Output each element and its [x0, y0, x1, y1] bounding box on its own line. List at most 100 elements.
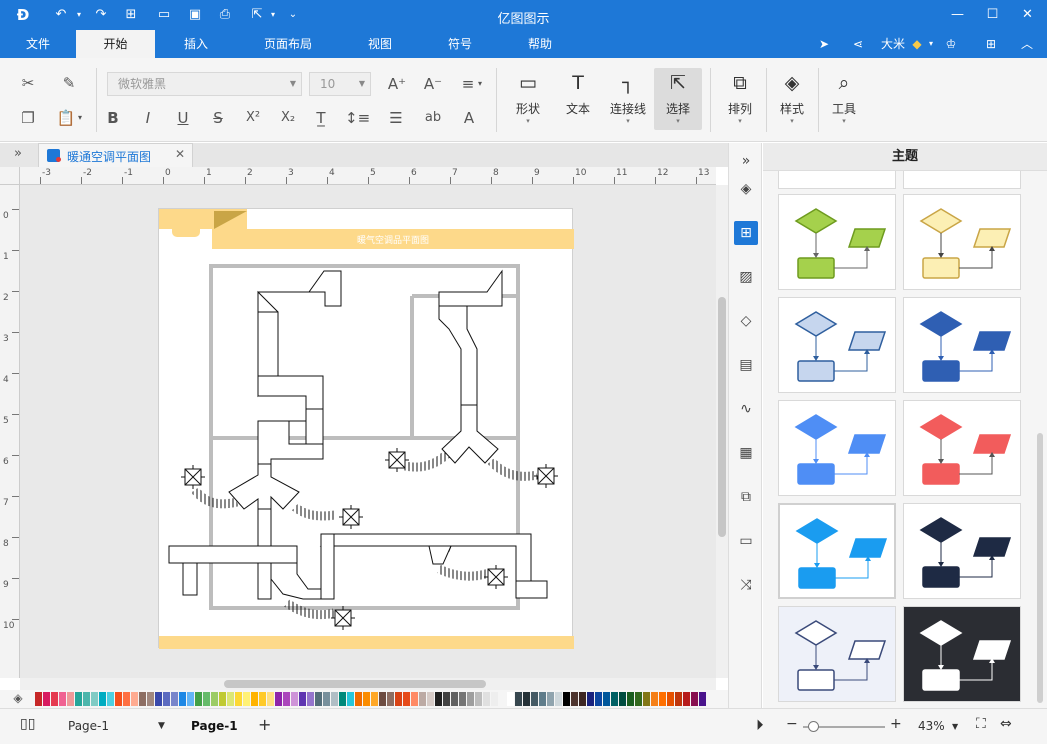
text-tool-button[interactable]: T 文本 [554, 68, 602, 130]
fit-page-icon[interactable]: ⛶ [976, 716, 986, 732]
undo-icon[interactable]: ↶ [52, 6, 70, 24]
color-swatch[interactable] [323, 692, 330, 706]
color-swatch[interactable] [203, 692, 210, 706]
zoom-out-button[interactable]: − [786, 716, 798, 732]
save-icon[interactable]: ▣ [186, 6, 204, 24]
color-swatch[interactable] [235, 692, 242, 706]
color-swatch[interactable] [427, 692, 434, 706]
color-swatch[interactable] [587, 692, 594, 706]
menu-symbols[interactable]: 符号 [430, 30, 490, 58]
shape-library-icon[interactable]: ⧉ [734, 485, 758, 509]
color-swatch[interactable] [395, 692, 402, 706]
format-painter-icon[interactable]: ✎ [58, 72, 80, 94]
theme-thumbnail[interactable] [778, 400, 896, 496]
color-swatch[interactable] [299, 692, 306, 706]
print-icon[interactable]: ⎙ [216, 6, 234, 24]
export-dropdown-icon[interactable]: ▾ [264, 6, 282, 24]
color-swatch[interactable] [371, 692, 378, 706]
color-swatch[interactable] [171, 692, 178, 706]
close-button[interactable]: ✕ [1010, 0, 1045, 30]
maximize-button[interactable]: ☐ [975, 0, 1010, 30]
color-swatch[interactable] [531, 692, 538, 706]
text-case-icon[interactable]: ab [422, 107, 444, 129]
select-tool-button[interactable]: ⇱ 选择 ▾ [654, 68, 702, 130]
fill-bucket-icon[interactable]: ◈ [10, 691, 26, 707]
color-swatch[interactable] [435, 692, 442, 706]
color-swatch[interactable] [491, 692, 498, 706]
color-swatch[interactable] [635, 692, 642, 706]
presentation-icon[interactable]: ▭ [734, 529, 758, 553]
color-swatch[interactable] [363, 692, 370, 706]
page-dropdown-icon[interactable]: ▼ [158, 721, 165, 731]
color-swatch[interactable] [539, 692, 546, 706]
color-swatch[interactable] [443, 692, 450, 706]
color-swatch[interactable] [43, 692, 50, 706]
page-list-icon[interactable]: ▤ [734, 353, 758, 377]
color-swatch[interactable] [195, 692, 202, 706]
active-page-tab[interactable]: Page-1 [191, 719, 238, 733]
align-dropdown-icon[interactable]: ▾ [475, 73, 485, 95]
strikethrough-icon[interactable]: S [207, 107, 229, 129]
color-swatch[interactable] [107, 692, 114, 706]
color-swatch[interactable] [387, 692, 394, 706]
canvas-horizontal-scrollbar[interactable] [20, 678, 716, 690]
color-swatch[interactable] [667, 692, 674, 706]
color-swatch[interactable] [451, 692, 458, 706]
minimize-button[interactable]: — [940, 0, 975, 30]
color-swatch[interactable] [307, 692, 314, 706]
chart-icon[interactable]: ∿ [734, 397, 758, 421]
color-swatch[interactable] [83, 692, 90, 706]
color-swatch[interactable] [283, 692, 290, 706]
connector-tool-button[interactable]: ┐ 连接线 ▾ [604, 68, 652, 130]
theme-thumbnail[interactable] [778, 194, 896, 290]
paste-icon[interactable]: 📋 [55, 107, 77, 129]
color-swatch[interactable] [411, 692, 418, 706]
color-swatch[interactable] [339, 692, 346, 706]
color-swatch[interactable] [659, 692, 666, 706]
cut-icon[interactable]: ✂ [17, 72, 39, 94]
open-folder-icon[interactable]: ▭ [155, 6, 173, 24]
layers-icon[interactable]: ◇ [734, 309, 758, 333]
theme-thumbnail[interactable] [903, 194, 1021, 290]
font-size-select[interactable]: 10 ▼ [309, 72, 371, 96]
document-tab[interactable]: 暖通空调平面图 ✕ [38, 143, 193, 167]
color-swatch[interactable] [579, 692, 586, 706]
color-swatch[interactable] [459, 692, 466, 706]
theme-thumbnail[interactable] [903, 606, 1021, 702]
color-swatch[interactable] [651, 692, 658, 706]
expand-library-icon[interactable]: » [8, 146, 28, 164]
tools-button[interactable]: ⌕ 工具 ▾ [820, 68, 868, 130]
color-swatch[interactable] [259, 692, 266, 706]
collapse-panel-icon[interactable]: » [734, 149, 758, 173]
user-name[interactable]: 大米 [878, 34, 908, 54]
color-swatch[interactable] [683, 692, 690, 706]
page-selector[interactable]: Page-1 [68, 719, 109, 733]
color-swatch[interactable] [699, 692, 706, 706]
color-swatch[interactable] [499, 692, 506, 706]
color-swatch[interactable] [67, 692, 74, 706]
color-swatch[interactable] [211, 692, 218, 706]
undo-dropdown-icon[interactable]: ▾ [70, 6, 88, 24]
color-swatch[interactable] [643, 692, 650, 706]
image-icon[interactable]: ▨ [734, 265, 758, 289]
superscript-icon[interactable]: X² [242, 107, 264, 129]
drawing-canvas[interactable]: 暖气空调品平面图 [20, 185, 716, 678]
color-swatch[interactable] [355, 692, 362, 706]
color-swatch[interactable] [187, 692, 194, 706]
color-swatch[interactable] [75, 692, 82, 706]
theme-thumbnail[interactable] [778, 606, 896, 702]
customize-toolbar-icon[interactable]: ⌄ [284, 6, 302, 24]
share-icon[interactable]: ⋖ [848, 34, 868, 54]
color-swatch[interactable] [563, 692, 570, 706]
hvac-floor-plan[interactable]: 暖气空调品平面图 [159, 209, 574, 649]
font-family-select[interactable]: 微软雅黑 ▼ [107, 72, 302, 96]
color-swatch[interactable] [571, 692, 578, 706]
color-swatch[interactable] [523, 692, 530, 706]
color-swatch[interactable] [595, 692, 602, 706]
color-swatch[interactable] [475, 692, 482, 706]
theme-thumbnail[interactable] [778, 297, 896, 393]
zoom-slider-thumb[interactable] [808, 721, 819, 732]
arrange-button[interactable]: ⧉ 排列 ▾ [716, 68, 764, 130]
color-swatch[interactable] [227, 692, 234, 706]
color-swatch[interactable] [619, 692, 626, 706]
